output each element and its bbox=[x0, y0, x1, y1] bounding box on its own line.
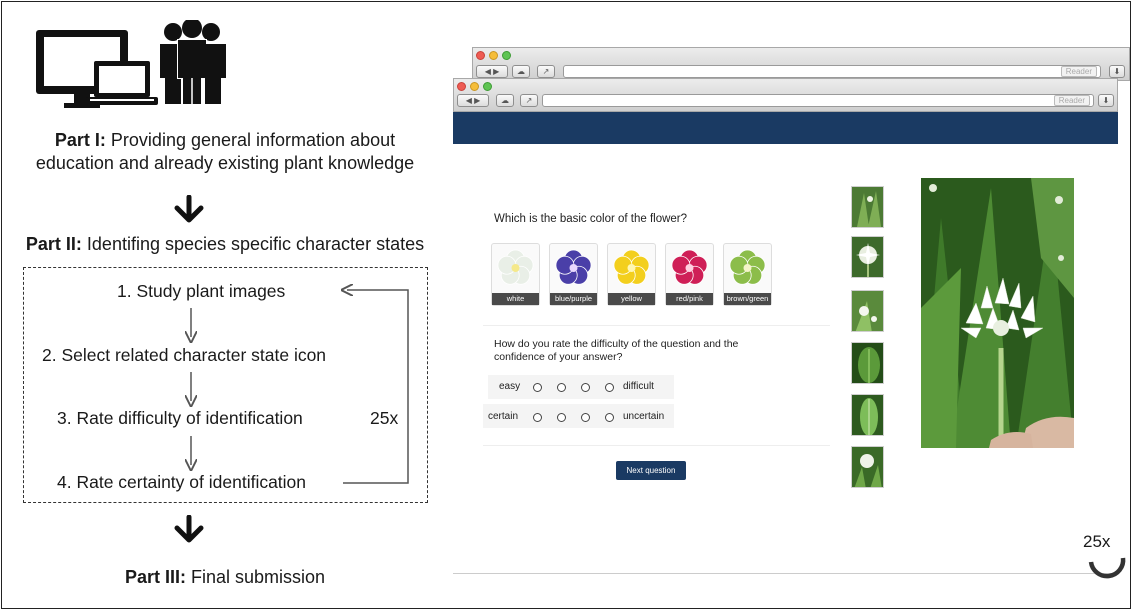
loop-arrows bbox=[0, 0, 409, 484]
difficulty-difficult-label: difficult bbox=[623, 381, 654, 392]
flower-icon bbox=[497, 249, 534, 285]
color-option-0[interactable]: white bbox=[491, 243, 540, 306]
color-option-label: red/pink bbox=[666, 293, 713, 305]
reader-button[interactable]: Reader bbox=[1060, 66, 1097, 77]
survey-page: Which is the basic color of the flower? … bbox=[453, 112, 1118, 574]
rating-question-line2: confidence of your answer? bbox=[494, 351, 623, 363]
color-option-3[interactable]: red/pink bbox=[665, 243, 714, 306]
maximize-icon[interactable] bbox=[502, 51, 511, 60]
color-option-2[interactable]: yellow bbox=[607, 243, 656, 306]
divider-2 bbox=[483, 445, 830, 446]
divider bbox=[483, 325, 830, 326]
cloud-icon[interactable]: ☁ bbox=[512, 65, 530, 78]
close-icon[interactable] bbox=[476, 51, 485, 60]
color-option-label: blue/purple bbox=[550, 293, 597, 305]
certainty-radio-4[interactable] bbox=[605, 413, 614, 422]
flower-icon bbox=[671, 249, 708, 285]
color-option-label: yellow bbox=[608, 293, 655, 305]
share-icon[interactable]: ↗ bbox=[520, 94, 538, 107]
color-option-1[interactable]: blue/purple bbox=[549, 243, 598, 306]
back-forward-icon[interactable]: ◀ ▶ bbox=[476, 65, 508, 78]
address-bar[interactable]: Reader bbox=[563, 65, 1101, 78]
plant-main-image bbox=[921, 178, 1074, 448]
download-icon[interactable]: ⬇ bbox=[1098, 94, 1114, 107]
difficulty-easy-label: easy bbox=[499, 381, 521, 392]
color-option-label: white bbox=[492, 293, 539, 305]
part3-heading: Part III: Final submission bbox=[124, 567, 326, 587]
cloud-icon[interactable]: ☁ bbox=[496, 94, 514, 107]
certainty-radio-3[interactable] bbox=[581, 413, 590, 422]
difficulty-radio-3[interactable] bbox=[581, 383, 590, 392]
share-icon[interactable]: ↗ bbox=[537, 65, 555, 78]
browser-window-front: ◀ ▶ ☁ ↗ Reader ⬇ bbox=[453, 78, 1118, 112]
flower-icon bbox=[613, 249, 650, 285]
plant-thumbnail-3[interactable] bbox=[851, 290, 884, 332]
certainty-uncertain-label: uncertain bbox=[623, 411, 665, 422]
certainty-radio-2[interactable] bbox=[557, 413, 566, 422]
next-question-button[interactable]: Next question bbox=[616, 461, 686, 480]
plant-thumbnail-5[interactable] bbox=[851, 394, 884, 436]
difficulty-radio-4[interactable] bbox=[605, 383, 614, 392]
difficulty-radio-1[interactable] bbox=[533, 383, 542, 392]
close-icon[interactable] bbox=[457, 82, 466, 91]
certainty-radio-1[interactable] bbox=[533, 413, 542, 422]
arrow-down-icon-2 bbox=[174, 515, 204, 543]
plant-thumbnail-2[interactable] bbox=[851, 236, 884, 278]
address-bar[interactable]: Reader bbox=[542, 94, 1094, 107]
difficulty-radio-2[interactable] bbox=[557, 383, 566, 392]
color-question: Which is the basic color of the flower? bbox=[494, 213, 688, 225]
minimize-icon[interactable] bbox=[470, 82, 479, 91]
plant-thumbnail-1[interactable] bbox=[851, 186, 884, 228]
plant-thumbnail-6[interactable] bbox=[851, 446, 884, 488]
back-forward-icon[interactable]: ◀ ▶ bbox=[457, 94, 489, 107]
certainty-certain-label: certain bbox=[488, 411, 519, 422]
maximize-icon[interactable] bbox=[483, 82, 492, 91]
flower-icon bbox=[555, 249, 592, 285]
repeat-arrow-icon bbox=[1088, 557, 1126, 579]
color-option-label: brown/green bbox=[724, 293, 771, 305]
browser-window-back: ◀ ▶ ☁ ↗ Reader ⬇ bbox=[472, 47, 1130, 81]
flower-icon bbox=[729, 249, 766, 285]
download-icon[interactable]: ⬇ bbox=[1109, 65, 1125, 78]
plant-thumbnail-4[interactable] bbox=[851, 342, 884, 384]
rating-question-line1: How do you rate the difficulty of the qu… bbox=[494, 338, 739, 350]
reader-button[interactable]: Reader bbox=[1053, 95, 1090, 106]
page-header bbox=[453, 112, 1118, 144]
color-option-4[interactable]: brown/green bbox=[723, 243, 772, 306]
minimize-icon[interactable] bbox=[489, 51, 498, 60]
